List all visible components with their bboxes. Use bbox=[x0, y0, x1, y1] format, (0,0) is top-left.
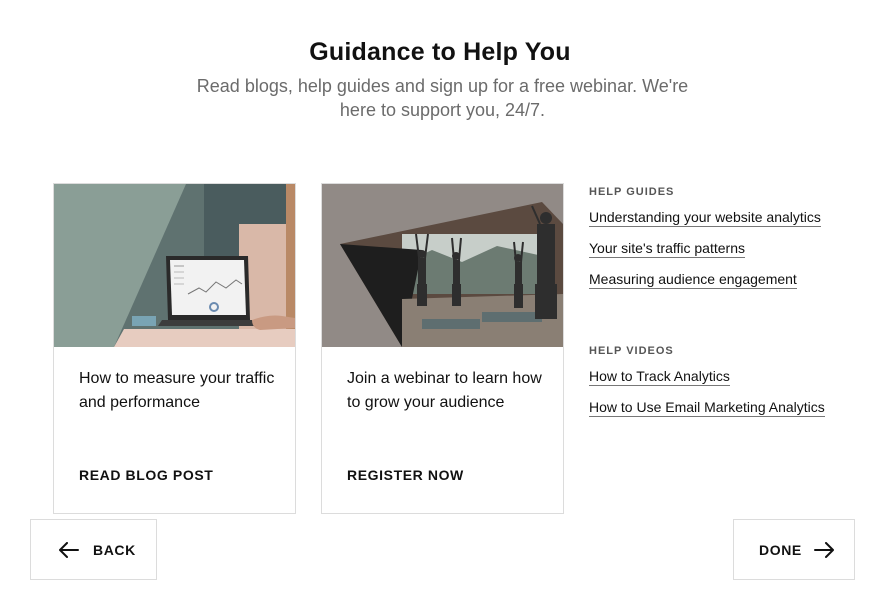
page-title: Guidance to Help You bbox=[309, 38, 571, 66]
webinar-card[interactable]: Join a webinar to learn how to grow your… bbox=[321, 183, 564, 514]
arrow-right-icon bbox=[802, 541, 834, 558]
help-video-link[interactable]: How to Track Analytics bbox=[589, 368, 730, 386]
register-now-link[interactable]: REGISTER NOW bbox=[347, 467, 464, 483]
back-button[interactable]: BACK bbox=[30, 519, 157, 580]
arrow-left-icon bbox=[59, 541, 93, 558]
help-guide-link[interactable]: Measuring audience engagement bbox=[589, 271, 797, 289]
back-button-label: BACK bbox=[93, 541, 136, 558]
help-guides-heading: HELP GUIDES bbox=[589, 186, 675, 198]
card-text: How to measure your traffic and performa… bbox=[79, 370, 275, 411]
help-videos-heading: HELP VIDEOS bbox=[589, 345, 674, 357]
card-text: Join a webinar to learn how to grow your… bbox=[347, 370, 542, 411]
done-button[interactable]: DONE bbox=[733, 519, 855, 580]
help-guide-link[interactable]: Your site's traffic patterns bbox=[589, 240, 745, 258]
help-video-link[interactable]: How to Use Email Marketing Analytics bbox=[589, 399, 825, 417]
laptop-analytics-image bbox=[54, 184, 295, 347]
help-guides-section: HELP GUIDES Understanding your website a… bbox=[589, 186, 849, 302]
done-button-label: DONE bbox=[759, 541, 802, 558]
yoga-class-image bbox=[322, 184, 563, 347]
help-videos-section: HELP VIDEOS How to Track Analytics How t… bbox=[589, 345, 849, 430]
read-blog-post-link[interactable]: READ BLOG POST bbox=[79, 467, 213, 483]
blog-post-card[interactable]: How to measure your traffic and performa… bbox=[53, 183, 296, 514]
page-subtitle: Read blogs, help guides and sign up for … bbox=[196, 76, 689, 120]
help-guide-link[interactable]: Understanding your website analytics bbox=[589, 209, 821, 227]
